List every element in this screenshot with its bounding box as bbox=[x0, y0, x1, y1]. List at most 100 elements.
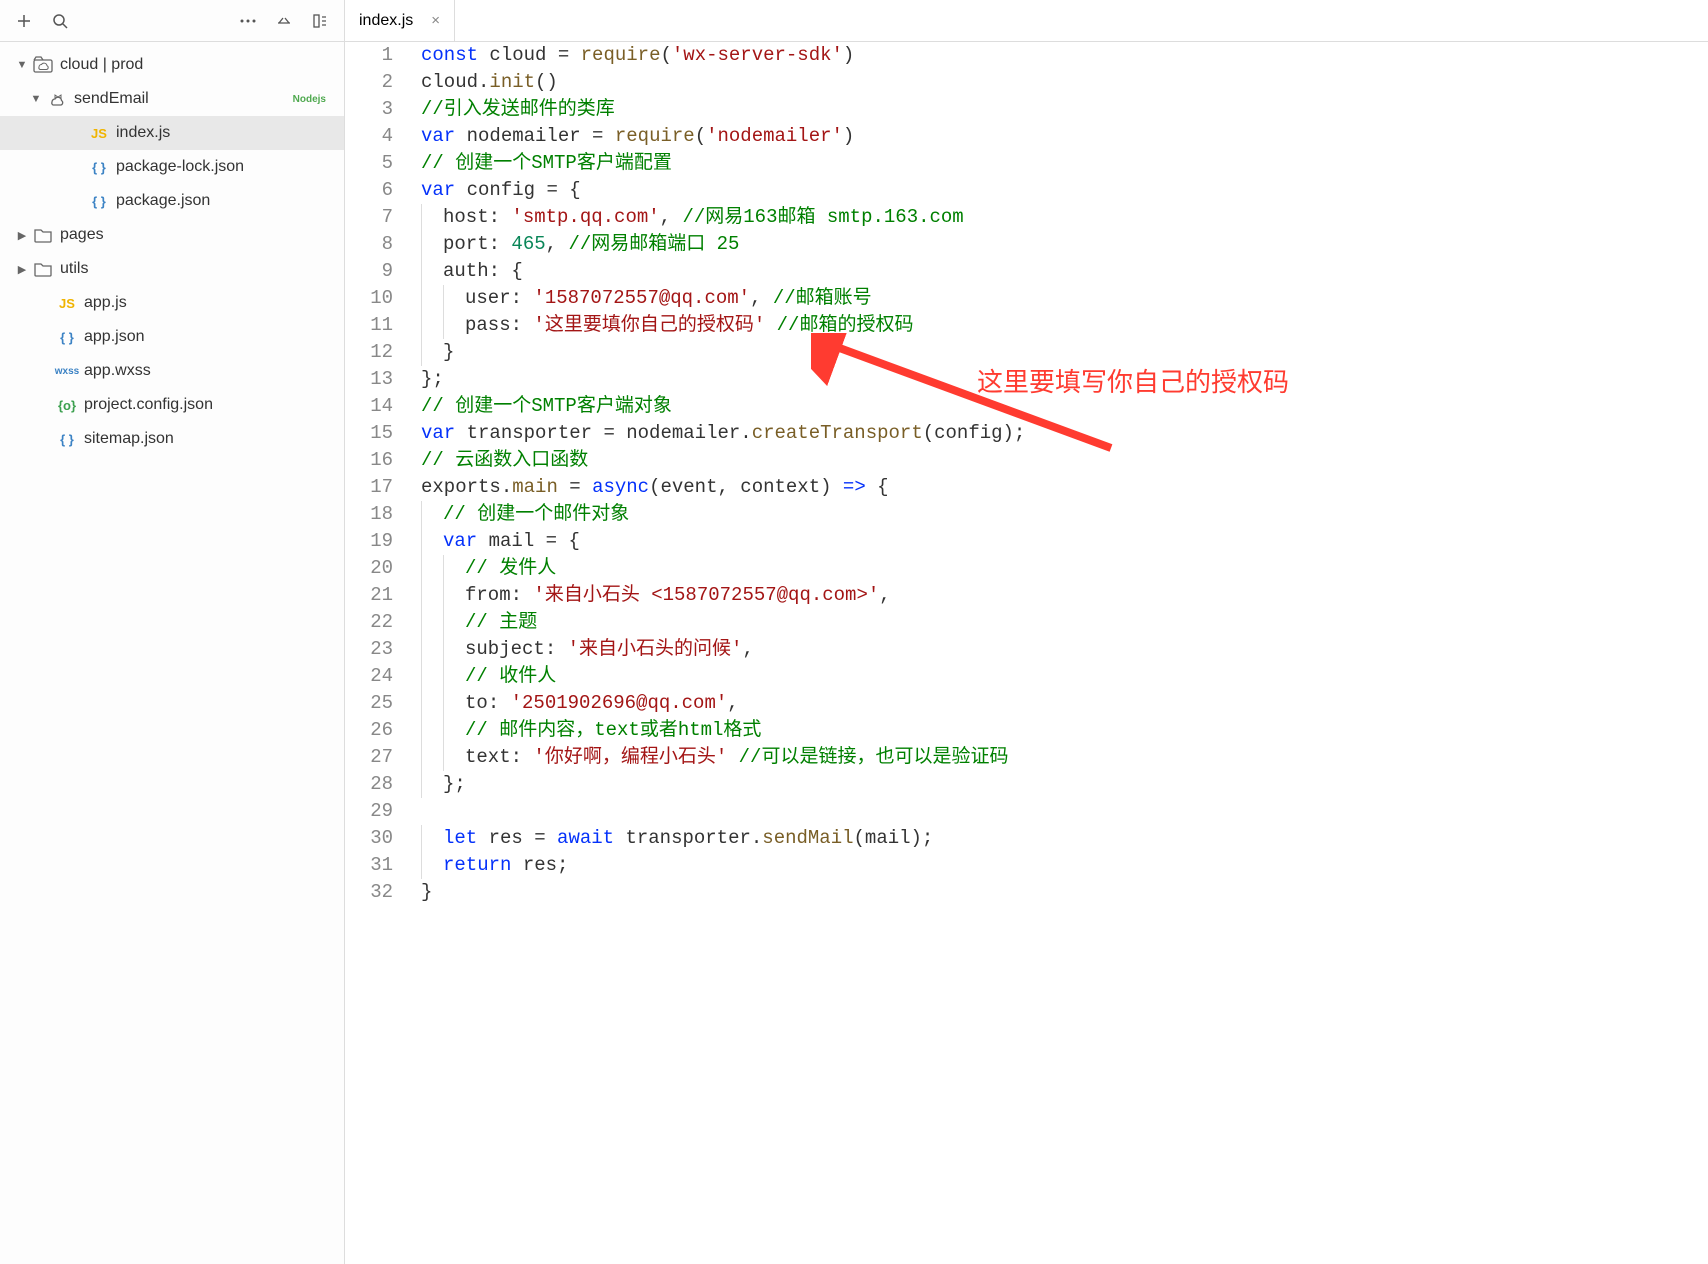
code-line: subject: '来自小石头的问候', bbox=[421, 636, 1708, 663]
code-line: // 主题 bbox=[421, 609, 1708, 636]
line-number: 31 bbox=[345, 852, 393, 879]
tree-item-label: app.wxss bbox=[84, 362, 151, 380]
tree-item-project-config-json[interactable]: {o}project.config.json bbox=[0, 388, 344, 422]
line-number: 21 bbox=[345, 582, 393, 609]
tech-badge: Nodejs bbox=[293, 94, 334, 105]
line-number: 13 bbox=[345, 366, 393, 393]
toggle-icon: ▶ bbox=[14, 227, 30, 243]
code-line: } bbox=[421, 339, 1708, 366]
code-line: // 发件人 bbox=[421, 555, 1708, 582]
tree-item-package-lock-json[interactable]: { }package-lock.json bbox=[0, 150, 344, 184]
json-blue-icon: { } bbox=[56, 428, 78, 450]
tab-index-js[interactable]: index.js × bbox=[345, 0, 455, 41]
tab-label: index.js bbox=[359, 12, 413, 30]
code-editor[interactable]: 1234567891011121314151617181920212223242… bbox=[345, 42, 1708, 1264]
line-number: 3 bbox=[345, 96, 393, 123]
tree-item-app-json[interactable]: { } app.json bbox=[0, 320, 344, 354]
cloud-fn-icon bbox=[46, 88, 68, 110]
toggle-icon bbox=[70, 193, 86, 209]
code-line: var transporter = nodemailer.createTrans… bbox=[421, 420, 1708, 447]
json-blue-icon: { } bbox=[88, 190, 110, 212]
js-icon: JS bbox=[56, 292, 78, 314]
toggle-icon bbox=[38, 363, 54, 379]
line-number: 20 bbox=[345, 555, 393, 582]
code-line: }; bbox=[421, 366, 1708, 393]
tree-item-label: pages bbox=[60, 226, 104, 244]
sidebar-toolbar bbox=[0, 0, 344, 42]
toggle-icon bbox=[38, 431, 54, 447]
tree-item-label: package.json bbox=[116, 192, 210, 210]
line-number: 8 bbox=[345, 231, 393, 258]
collapse-button[interactable] bbox=[266, 3, 302, 39]
line-gutter: 1234567891011121314151617181920212223242… bbox=[345, 42, 411, 1264]
code-line: //引入发送邮件的类库 bbox=[421, 96, 1708, 123]
line-number: 16 bbox=[345, 447, 393, 474]
code-line: var mail = { bbox=[421, 528, 1708, 555]
close-icon[interactable]: × bbox=[431, 12, 440, 29]
tree-item-cloud-prod[interactable]: ▼cloud | prod bbox=[0, 48, 344, 82]
folder-icon bbox=[32, 224, 54, 246]
code-line: } bbox=[421, 879, 1708, 906]
tree-item-index-js[interactable]: JSindex.js bbox=[0, 116, 344, 150]
line-number: 11 bbox=[345, 312, 393, 339]
line-number: 7 bbox=[345, 204, 393, 231]
code-line: to: '2501902696@qq.com', bbox=[421, 690, 1708, 717]
more-button[interactable] bbox=[230, 3, 266, 39]
json-blue-icon: { } bbox=[56, 326, 78, 348]
tree-item-label: app.json bbox=[84, 328, 145, 346]
code-line: let res = await transporter.sendMail(mai… bbox=[421, 825, 1708, 852]
line-number: 14 bbox=[345, 393, 393, 420]
line-number: 10 bbox=[345, 285, 393, 312]
cloud-folder-icon bbox=[32, 54, 54, 76]
add-button[interactable] bbox=[6, 3, 42, 39]
line-number: 2 bbox=[345, 69, 393, 96]
tree-item-label: index.js bbox=[116, 124, 170, 142]
editor-area: index.js × 12345678910111213141516171819… bbox=[345, 0, 1708, 1264]
search-button[interactable] bbox=[42, 3, 78, 39]
code-content: 这里要填写你自己的授权码 const cloud = require('wx-s… bbox=[411, 42, 1708, 1264]
toggle-icon bbox=[70, 159, 86, 175]
code-line: host: 'smtp.qq.com', //网易163邮箱 smtp.163.… bbox=[421, 204, 1708, 231]
line-number: 5 bbox=[345, 150, 393, 177]
toggle-icon bbox=[38, 329, 54, 345]
tree-item-label: sendEmail bbox=[74, 90, 149, 108]
tree-item-sitemap-json[interactable]: { } sitemap.json bbox=[0, 422, 344, 456]
code-line: port: 465, //网易邮箱端口 25 bbox=[421, 231, 1708, 258]
tree-item-app-js[interactable]: JSapp.js bbox=[0, 286, 344, 320]
tab-bar: index.js × bbox=[345, 0, 1708, 42]
toggle-icon bbox=[38, 295, 54, 311]
line-number: 22 bbox=[345, 609, 393, 636]
toggle-icon: ▼ bbox=[14, 57, 30, 73]
code-line: var config = { bbox=[421, 177, 1708, 204]
code-line: from: '来自小石头 <1587072557@qq.com>', bbox=[421, 582, 1708, 609]
code-line: // 创建一个SMTP客户端配置 bbox=[421, 150, 1708, 177]
code-line: user: '1587072557@qq.com', //邮箱账号 bbox=[421, 285, 1708, 312]
line-number: 18 bbox=[345, 501, 393, 528]
code-line: var nodemailer = require('nodemailer') bbox=[421, 123, 1708, 150]
code-line: auth: { bbox=[421, 258, 1708, 285]
code-line: }; bbox=[421, 771, 1708, 798]
tree-item-label: sitemap.json bbox=[84, 430, 174, 448]
toggle-icon: ▼ bbox=[28, 91, 44, 107]
line-number: 4 bbox=[345, 123, 393, 150]
line-number: 17 bbox=[345, 474, 393, 501]
line-number: 9 bbox=[345, 258, 393, 285]
line-number: 29 bbox=[345, 798, 393, 825]
tree-item-utils[interactable]: ▶utils bbox=[0, 252, 344, 286]
code-line: text: '你好啊，编程小石头' //可以是链接，也可以是验证码 bbox=[421, 744, 1708, 771]
line-number: 15 bbox=[345, 420, 393, 447]
line-number: 26 bbox=[345, 717, 393, 744]
toggle-icon bbox=[38, 397, 54, 413]
tree-item-sendemail[interactable]: ▼ sendEmail Nodejs bbox=[0, 82, 344, 116]
json-green-icon: {o} bbox=[56, 394, 78, 416]
line-number: 6 bbox=[345, 177, 393, 204]
folder-icon bbox=[32, 258, 54, 280]
json-blue-icon: { } bbox=[88, 156, 110, 178]
code-line: pass: '这里要填你自己的授权码' //邮箱的授权码 bbox=[421, 312, 1708, 339]
tree-item-package-json[interactable]: { } package.json bbox=[0, 184, 344, 218]
line-number: 1 bbox=[345, 42, 393, 69]
tree-item-app-wxss[interactable]: wxssapp.wxss bbox=[0, 354, 344, 388]
settings-button[interactable] bbox=[302, 3, 338, 39]
sidebar: ▼cloud | prod▼sendEmailNodejsJSindex.js{… bbox=[0, 0, 345, 1264]
tree-item-pages[interactable]: ▶ pages bbox=[0, 218, 344, 252]
